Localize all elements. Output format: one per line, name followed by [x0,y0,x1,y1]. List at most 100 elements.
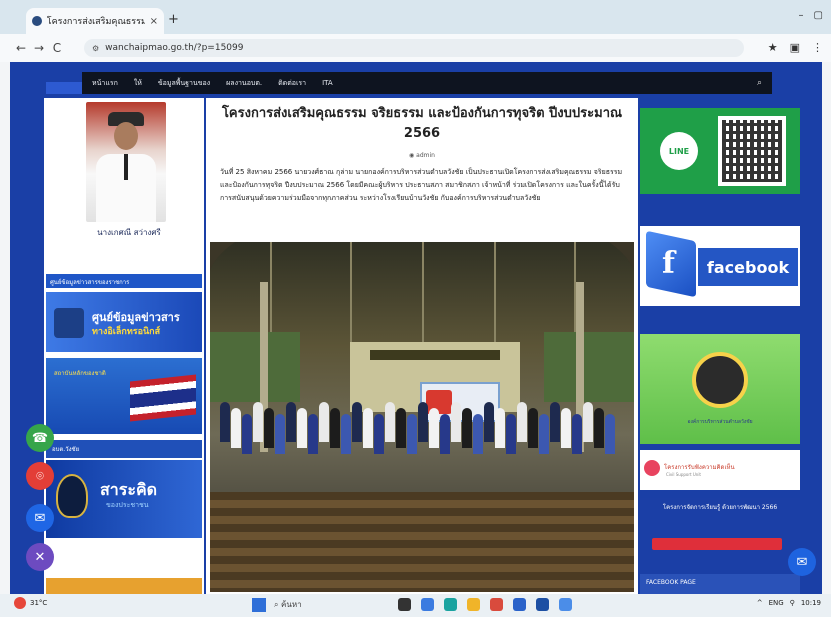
new-tab-button[interactable]: + [168,12,179,27]
person-figure [374,414,384,454]
search-icon[interactable]: ⌕ [757,78,762,88]
person-figure [220,402,230,442]
bookmark-star-icon[interactable]: ★ [768,41,778,54]
person-figure [506,414,516,454]
person-figure [341,414,351,454]
forward-button[interactable]: → [30,41,48,55]
widgets-icon[interactable] [421,598,434,611]
person-figure [286,402,296,442]
profile-icon[interactable]: ▣ [790,41,800,54]
article-title: โครงการส่งเสริมคุณธรรม จริยธรรม และป้องก… [221,106,623,141]
person-figure [330,408,340,448]
close-icon[interactable]: ✕ [26,543,54,571]
thai-flag-banner[interactable]: สถาบันหลักของชาติ [46,358,202,434]
task-view-icon[interactable] [398,598,411,611]
site-favicon-icon [32,16,42,26]
person-figure [484,402,494,442]
address-bar-actions: ★ ▣ ⋮ [768,41,823,54]
site-top-nav: หน้าแรก ให้ ข้อมูลพื้นฐานของ ผลงานอบต. ต… [82,72,772,94]
nav-item-works[interactable]: ผลงานอบต. [226,78,262,89]
header-strip [46,82,86,94]
emblem-banner[interactable]: องค์การบริหารส่วนตำบลวังชัย [640,334,800,444]
word-icon[interactable] [536,598,549,611]
person-figure [363,408,373,448]
maximize-button[interactable]: ▢ [814,10,823,21]
person-figure [539,414,549,454]
clock[interactable]: 10:19 [801,599,821,607]
windows-taskbar: 31°C ⌕ ค้นหา ^ ENG ⚲ 10:19 [0,594,831,617]
learning-project-text: โครงการจัดการเรียนรู้ ด้วยการพัฒนา 2566 [662,504,778,511]
language-indicator[interactable]: ENG [769,599,784,607]
info-center-header[interactable]: ศูนย์ข้อมูลข่าวสารของราชการ [46,274,202,288]
local-banner[interactable]: อบต.วังชัย [46,440,202,458]
nav-item-ita[interactable]: ITA [322,79,333,87]
taskbar-search[interactable]: ⌕ ค้นหา [274,598,302,611]
url-text: wanchaipmao.go.th/?p=15099 [105,43,244,53]
info-center-banner[interactable]: ศูนย์ข้อมูลข่าวสาร ทางอิเล็กทรอนิกส์ [46,292,202,352]
line-qr-banner[interactable]: LINE [640,108,800,194]
nav-item-2[interactable]: ให้ [134,78,142,89]
chat-icon[interactable]: ✉ [788,548,816,576]
browser-menu-icon[interactable]: ⋮ [812,41,823,54]
file-explorer-icon[interactable] [467,598,480,611]
left-sidebar: นางเกศณี สว่างศรี ศูนย์ข้อมูลข่าวสารของร… [44,98,204,594]
store-icon[interactable] [513,598,526,611]
messenger-icon[interactable]: ✉ [26,504,54,532]
weather-icon [14,597,26,609]
tray-overflow-icon[interactable]: ^ [757,599,763,607]
event-photo[interactable] [210,242,634,592]
person-figure [231,408,241,448]
person-figure [473,414,483,454]
government-seal-icon [56,474,88,518]
back-button[interactable]: ← [12,41,30,55]
line-logo-icon: LINE [660,132,698,170]
site-info-icon[interactable]: ⚙ [92,44,99,53]
person-figure [297,408,307,448]
orange-banner[interactable] [46,578,202,594]
person-figure [242,414,252,454]
nav-item-basic-info[interactable]: ข้อมูลพื้นฐานของ [158,78,210,89]
reload-button[interactable]: C [48,41,66,55]
nav-item-contact[interactable]: ติดต่อเรา [278,78,306,89]
person-figure [451,402,461,442]
person-figure [495,408,505,448]
tab-title: โครงการส่งเสริมคุณธรรม จริ... [46,17,145,27]
official-portrait [86,102,166,222]
heart-icon [644,460,660,476]
person-figure [275,414,285,454]
start-button[interactable] [252,598,266,612]
minimize-button[interactable]: – [799,10,804,21]
person-figure [264,408,274,448]
person-figure [583,402,593,442]
tab-close-icon[interactable]: × [150,16,158,27]
sarakit-banner[interactable]: สาระคิด ของประชาชน [46,460,202,538]
edge-icon[interactable] [444,598,457,611]
web-page: หน้าแรก ให้ ข้อมูลพื้นฐานของ ผลงานอบต. ต… [10,62,822,594]
person-figure [396,408,406,448]
learning-project-button[interactable] [652,538,782,550]
network-icon[interactable]: ⚲ [790,599,795,607]
learning-project-banner[interactable]: โครงการจัดการเรียนรู้ ด้วยการพัฒนา 2566 [640,498,800,570]
person-figure [352,402,362,442]
photos-icon[interactable] [559,598,572,611]
qr-code [718,116,786,186]
facebook-banner[interactable]: f facebook [640,226,800,306]
chrome-icon[interactable] [490,598,503,611]
person-figure [429,408,439,448]
weather-temp: 31°C [30,599,48,607]
crowd [220,402,620,472]
phone-icon[interactable]: ☎ [26,424,54,452]
browser-tab[interactable]: โครงการส่งเสริมคุณธรรม จริ... × [26,8,164,34]
url-input[interactable]: ⚙ wanchaipmao.go.th/?p=15099 [84,39,744,57]
person-figure [517,402,527,442]
facebook-page-header[interactable]: FACEBOOK PAGE [640,574,800,594]
official-name: นางเกศณี สว่างศรี [97,228,161,237]
nav-item-home[interactable]: หน้าแรก [92,78,118,89]
article-panel: โครงการส่งเสริมคุณธรรม จริยธรรม และป้องก… [206,98,638,594]
browser-tab-bar: โครงการส่งเสริมคุณธรรม จริ... × + – ▢ [0,0,831,34]
computer-icon [54,308,84,338]
article-body: วันที่ 25 สิงหาคม 2566 นายวงศ์ธาณ กุล่าม… [220,168,623,202]
map-pin-icon[interactable]: ⌾ [26,462,54,490]
civil-support-link[interactable]: โครงการรับฟังความคิดเห็น Civil Support U… [640,450,800,490]
weather-widget[interactable]: 31°C [14,597,47,609]
